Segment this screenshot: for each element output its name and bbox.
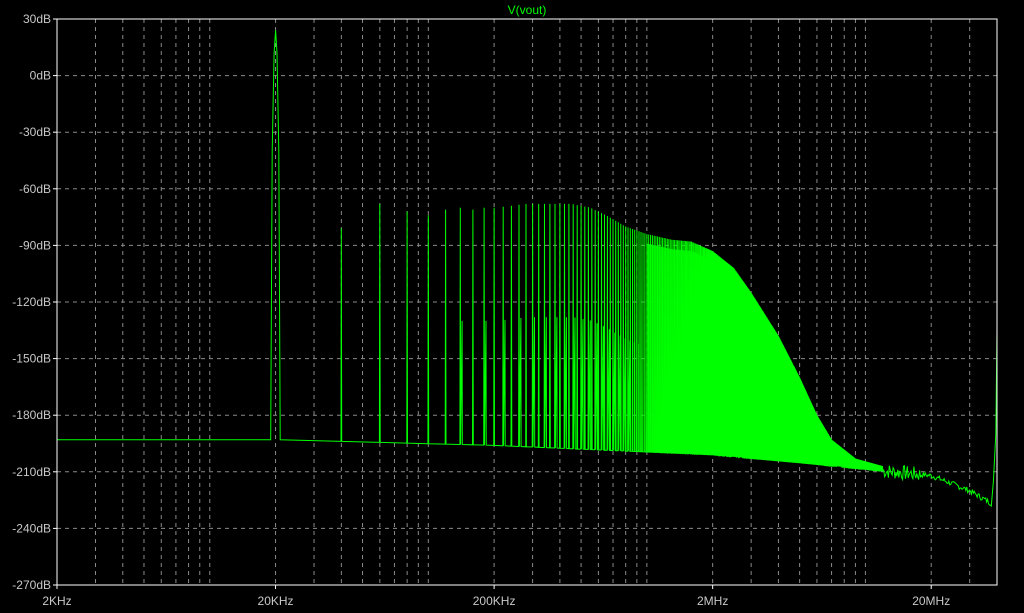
y-tick-label: -90dB (19, 238, 51, 252)
x-tick-label: 200KHz (473, 594, 516, 608)
plot-frame (56, 18, 998, 586)
chart-title: V(vout) (508, 3, 547, 17)
x-tick-label: 20MHz (912, 594, 950, 608)
y-tick-label: 30dB (23, 12, 51, 26)
grid (57, 18, 997, 586)
y-tick-label: -180dB (12, 408, 51, 422)
series-line-vout (57, 30, 998, 508)
trace-layer (57, 30, 998, 508)
x-tick-label: 2KHz (42, 594, 71, 608)
x-tick-label: 20KHz (258, 594, 294, 608)
y-tick-label: -30dB (19, 125, 51, 139)
y-tick-label: -60dB (19, 182, 51, 196)
y-axis-ticks: 30dB 0dB -30dB -60dB -90dB -120dB -150dB -180dB… (12, 12, 57, 592)
y-tick-label: -240dB (12, 521, 51, 535)
y-tick-label: -150dB (12, 352, 51, 366)
y-tick-label: 0dB (30, 69, 51, 83)
spectrum-chart: 2KHz 20KHz 200KHz 2MHz 20MHz 30dB 0dB -30dB -60… (12, 3, 998, 608)
y-tick-label: -270dB (12, 578, 51, 592)
y-tick-label: -120dB (12, 295, 51, 309)
y-tick-label: -210dB (12, 465, 51, 479)
x-axis-ticks: 2KHz 20KHz 200KHz 2MHz 20MHz (42, 585, 950, 608)
x-tick-label: 2MHz (697, 594, 728, 608)
